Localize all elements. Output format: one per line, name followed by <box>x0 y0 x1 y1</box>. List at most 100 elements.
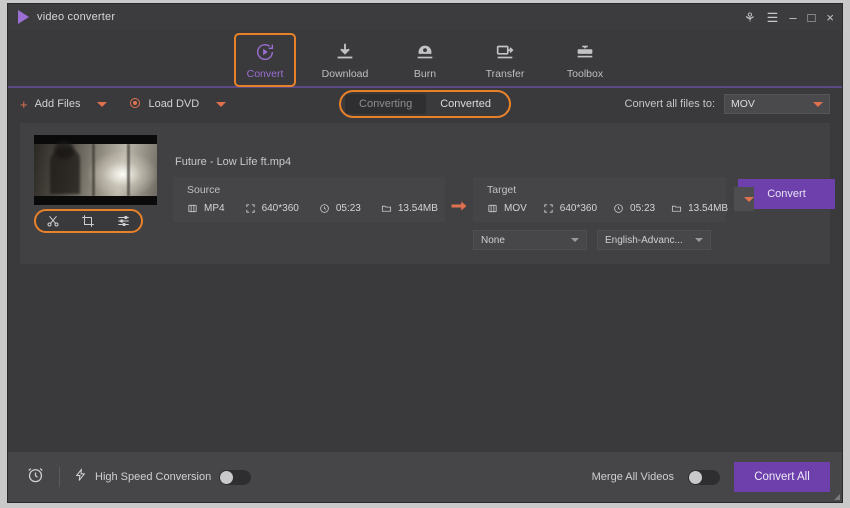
download-icon <box>334 40 356 64</box>
convert-all-to-label: Convert all files to: <box>624 98 715 110</box>
target-format-dropdown[interactable] <box>734 187 755 211</box>
target-format: MOV <box>487 203 527 214</box>
source-duration: 05:23 <box>319 203 361 214</box>
app-title: video converter <box>37 11 116 23</box>
effect-icon[interactable] <box>116 214 131 228</box>
add-files-chevron-down-icon[interactable] <box>97 101 108 107</box>
nav-item-transfer[interactable]: Transfer <box>474 33 536 87</box>
source-duration-value: 05:23 <box>335 203 361 214</box>
footer-divider <box>59 467 60 487</box>
lightning-icon <box>74 467 87 488</box>
convert-all-to-value: MOV <box>731 98 755 110</box>
load-dvd-chevron-down-icon[interactable] <box>216 101 227 107</box>
high-speed-conversion-toggle[interactable] <box>219 469 252 485</box>
file-item-row[interactable]: Future - Low Life ft.mp4 Source MP4 640*… <box>20 123 835 264</box>
high-speed-conversion-label: High Speed Conversion <box>95 471 212 483</box>
window-mullion-2-icon <box>127 144 131 196</box>
nav-item-toolbox[interactable]: Toolbox <box>554 33 616 87</box>
footer-bar: High Speed Conversion Merge All Videos C… <box>8 452 842 502</box>
target-size: 13.54MB <box>671 203 728 214</box>
app-window: video converter ⚘ ☰ – □ × Convert Downlo… <box>8 4 842 502</box>
edit-tools-bar <box>34 209 143 233</box>
clock-icon <box>614 204 623 213</box>
conversion-arrow <box>445 177 473 213</box>
convert-all-button[interactable]: Convert All <box>734 462 830 492</box>
footer-right-group: Merge All Videos Convert All <box>592 462 830 492</box>
target-title: Target <box>487 184 517 196</box>
convert-icon <box>254 40 276 64</box>
target-meta: MOV 640*360 05:23 13.54MB <box>487 203 728 214</box>
nav-label-burn: Burn <box>413 68 437 80</box>
audio-track-chevron-down-icon <box>695 238 703 242</box>
source-panel: Source MP4 640*360 05:23 13.54MB <box>173 177 445 222</box>
transfer-icon <box>494 40 516 64</box>
load-dvd-label: Load DVD <box>148 98 200 110</box>
stream-selects: None English-Advanc... <box>473 230 835 250</box>
nav-label-download: Download <box>321 68 369 80</box>
subtitle-value: None <box>481 234 505 246</box>
status-tabs: Converting Converted <box>339 90 511 118</box>
nav-label-convert: Convert <box>246 68 284 80</box>
nav-item-download[interactable]: Download <box>314 33 376 87</box>
merge-all-videos-toggle[interactable] <box>688 469 720 485</box>
film-icon <box>488 204 497 213</box>
merge-all-videos-label: Merge All Videos <box>591 471 674 483</box>
target-resolution-value: 640*360 <box>559 203 598 214</box>
convert-all-to-group: Convert all files to: MOV <box>625 94 830 114</box>
tab-converting[interactable]: Converting <box>345 94 427 114</box>
target-info: Target MOV 640*360 05:23 13.54MB <box>487 184 728 214</box>
title-bar: video converter ⚘ ☰ – □ × <box>8 4 842 30</box>
account-icon[interactable]: ⚘ <box>744 11 756 24</box>
main-nav-wrap: Convert Download Burn Transfer Toolbox <box>8 30 842 88</box>
maximize-icon[interactable]: □ <box>808 11 816 24</box>
convert-all-to-select[interactable]: MOV <box>724 94 830 114</box>
tab-converted[interactable]: Converted <box>426 94 505 114</box>
subtitle-select[interactable]: None <box>473 230 587 250</box>
target-resolution: 640*360 <box>543 203 597 214</box>
add-files-label: Add Files <box>34 98 81 110</box>
crop-icon[interactable] <box>81 214 95 228</box>
logo-play-icon <box>18 10 29 24</box>
audio-track-select[interactable]: English-Advanc... <box>597 230 711 250</box>
folder-icon <box>381 205 391 212</box>
disc-icon <box>129 97 141 111</box>
thumbnail-column <box>34 135 157 250</box>
nav-item-convert[interactable]: Convert <box>234 33 296 87</box>
source-title: Source <box>187 184 221 196</box>
trim-icon[interactable] <box>46 214 60 228</box>
resize-grip-icon[interactable]: ◢ <box>834 492 840 501</box>
target-duration: 05:23 <box>613 203 655 214</box>
audio-track-value: English-Advanc... <box>605 234 683 246</box>
plus-icon: + <box>20 96 28 112</box>
nav-label-transfer: Transfer <box>485 68 525 80</box>
add-files-button[interactable]: + Add Files <box>20 96 108 112</box>
arrow-right-icon <box>451 201 467 211</box>
clock-icon <box>320 204 329 213</box>
source-size-value: 13.54MB <box>397 203 438 214</box>
resize-icon <box>544 204 553 213</box>
close-icon[interactable]: × <box>826 11 834 24</box>
window-controls: ⚘ ☰ – □ × <box>744 4 834 30</box>
target-panel: Target MOV 640*360 05:23 13.54MB <box>473 177 755 222</box>
file-toolbar: + Add Files Load DVD Converting Converte… <box>8 88 842 120</box>
target-chevron-down-icon <box>744 196 755 202</box>
source-resolution: 640*360 <box>245 203 299 214</box>
footer-left-group: High Speed Conversion <box>26 465 252 489</box>
timer-icon[interactable] <box>26 465 45 489</box>
load-dvd-button[interactable]: Load DVD <box>129 97 227 111</box>
video-thumbnail[interactable] <box>34 135 157 205</box>
source-meta: MP4 640*360 05:23 13.54MB <box>187 203 438 214</box>
film-icon <box>188 204 197 213</box>
folder-icon <box>672 205 682 212</box>
menu-icon[interactable]: ☰ <box>767 11 779 24</box>
minimize-icon[interactable]: – <box>789 11 796 24</box>
target-duration-value: 05:23 <box>630 203 656 214</box>
burn-icon <box>414 40 436 64</box>
app-brand: video converter <box>18 10 115 24</box>
silhouette-figure <box>49 148 80 195</box>
nav-item-burn[interactable]: Burn <box>394 33 456 87</box>
subtitle-chevron-down-icon <box>571 238 579 242</box>
toggle-knob <box>220 470 234 484</box>
source-format-value: MP4 <box>204 203 225 214</box>
source-resolution-value: 640*360 <box>261 203 299 214</box>
